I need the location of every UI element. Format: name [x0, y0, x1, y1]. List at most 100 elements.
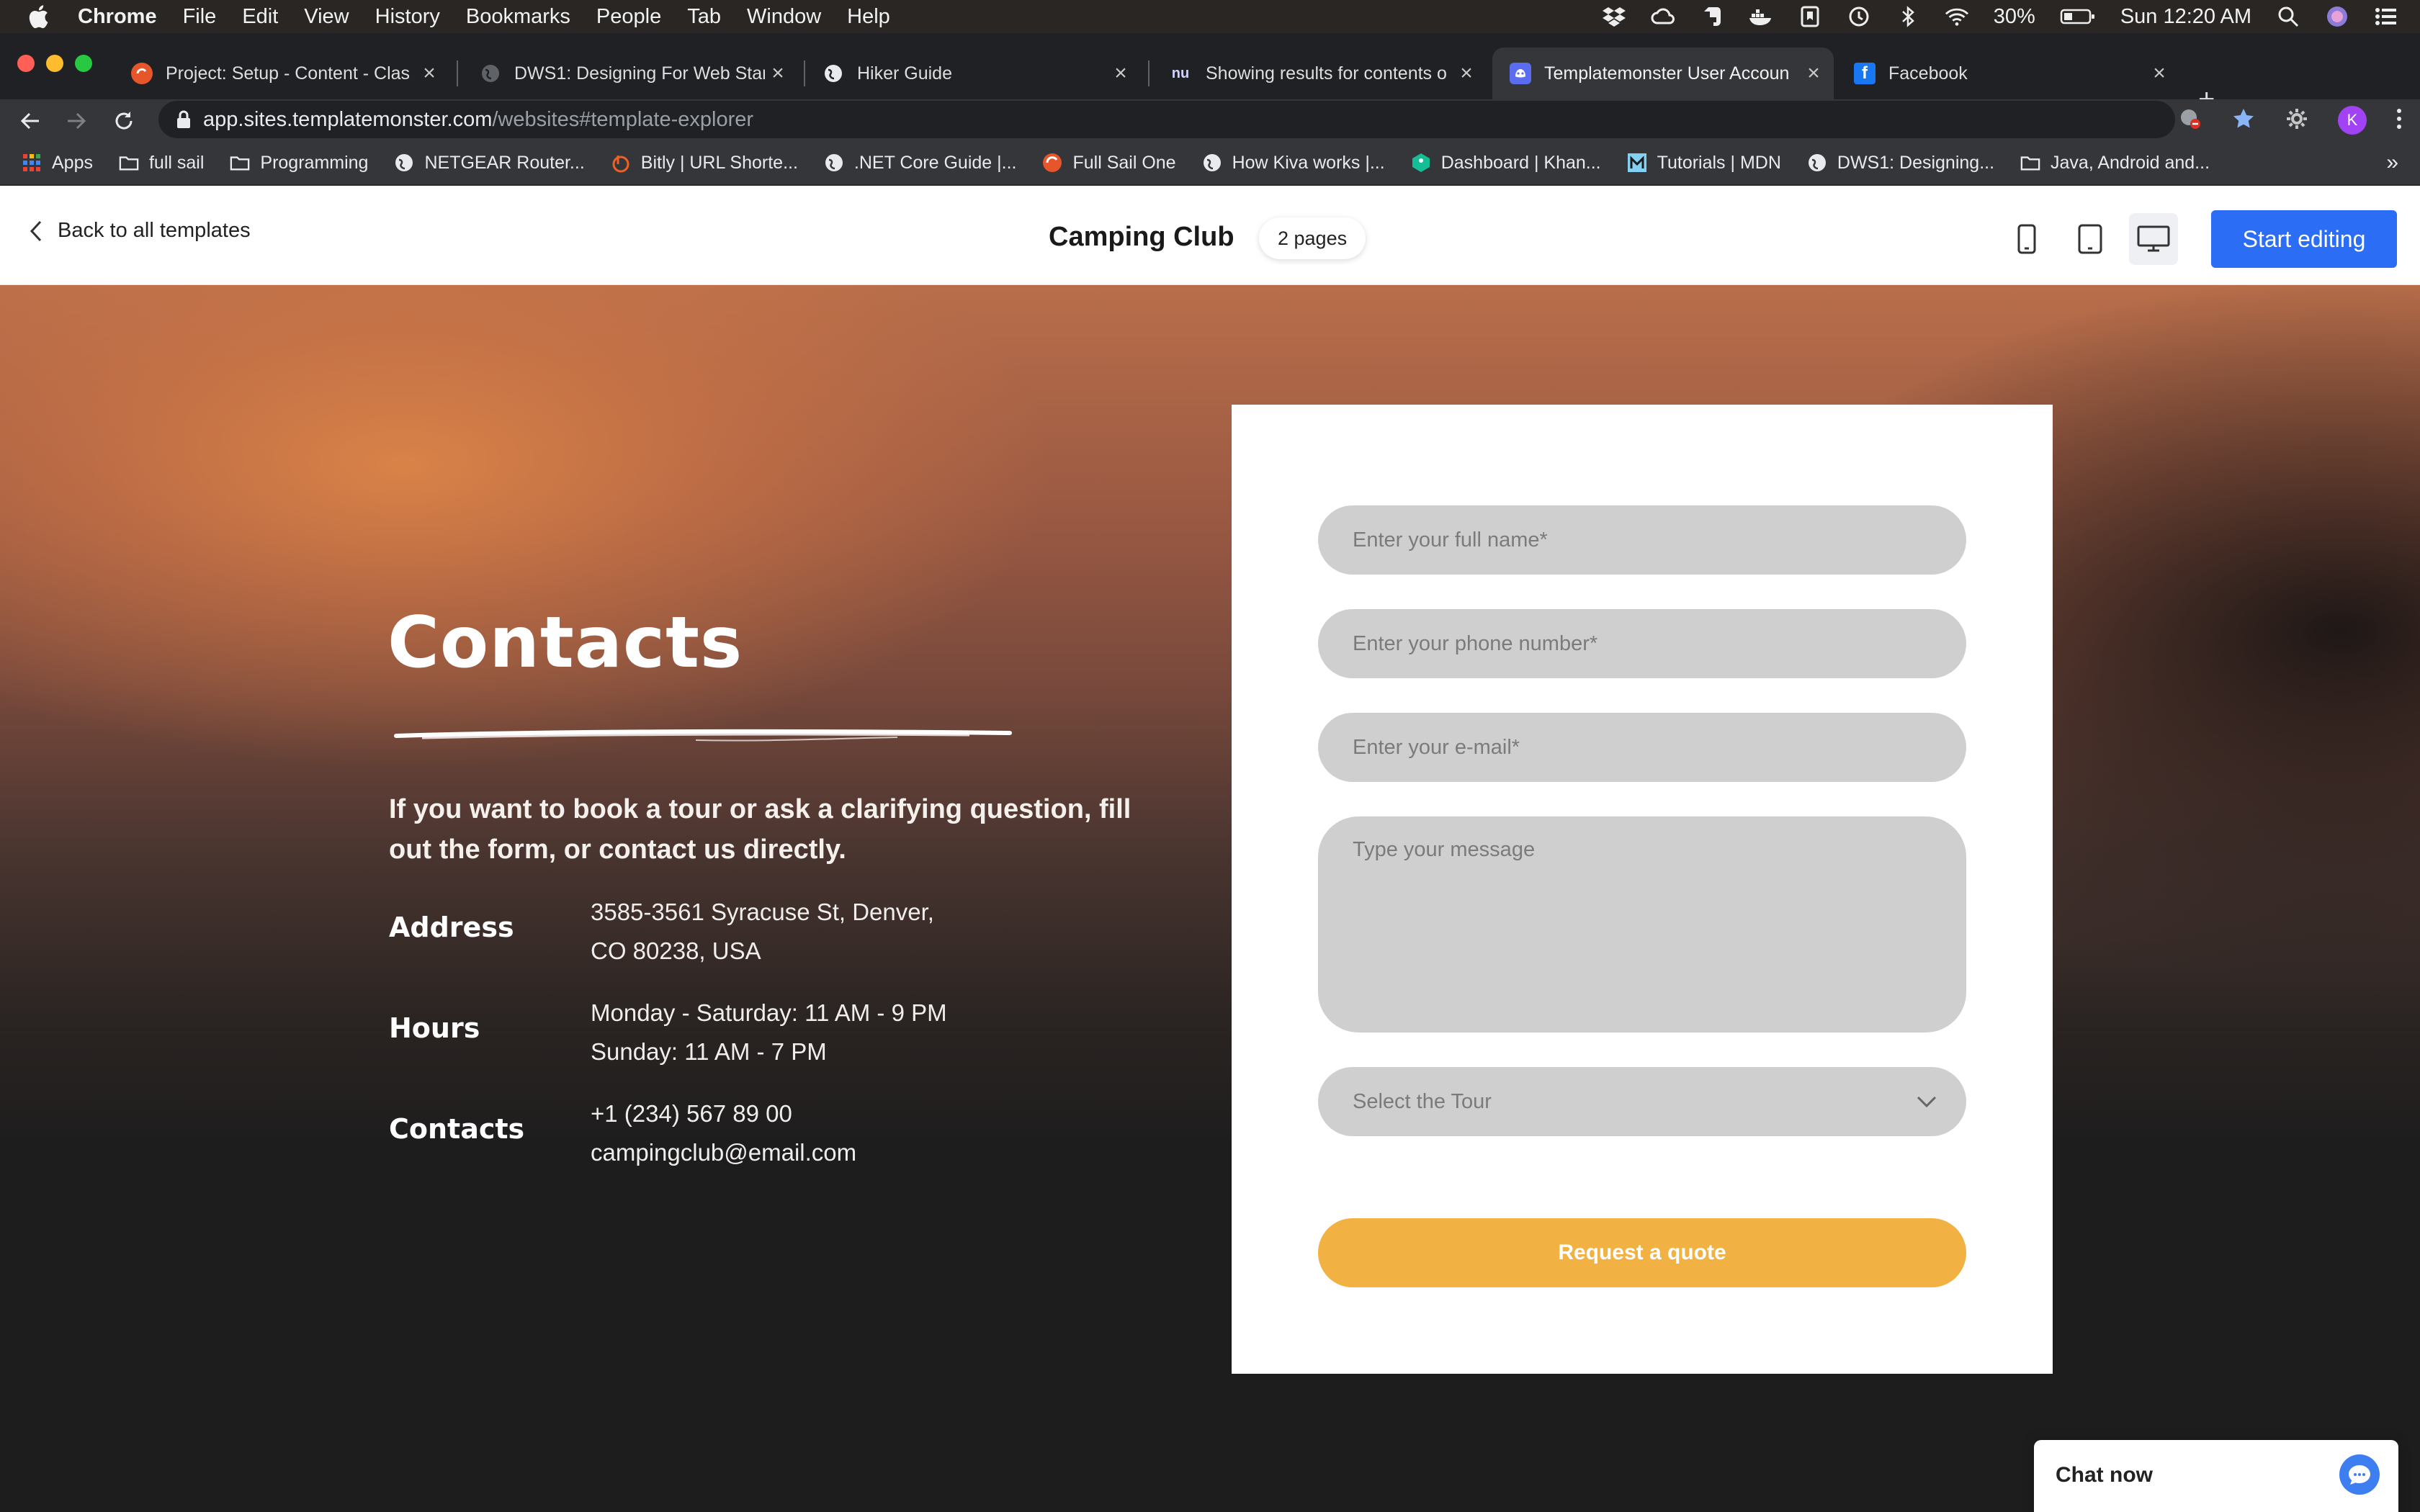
bookmarks-overflow-icon[interactable]: » — [2386, 150, 2398, 175]
menu-bookmarks[interactable]: Bookmarks — [466, 5, 570, 29]
address-line-1: 3585-3561 Syracuse St, Denver, — [591, 899, 934, 925]
chat-widget[interactable]: Chat now — [2034, 1440, 2398, 1512]
bookmark-label: NETGEAR Router... — [424, 152, 585, 173]
bookmark-full-sail[interactable]: full sail — [119, 153, 204, 174]
bookmark-bitly[interactable]: Bitly | URL Shorte... — [611, 153, 798, 174]
bookmark-dotnet[interactable]: .NET Core Guide |... — [824, 153, 1016, 174]
bookmark-apps[interactable]: Apps — [22, 153, 93, 174]
phone-input[interactable]: Enter your phone number* — [1318, 609, 1966, 678]
desktop-view-button[interactable] — [2129, 213, 2178, 265]
close-window-button[interactable] — [17, 55, 35, 72]
full-name-input[interactable]: Enter your full name* — [1318, 505, 1966, 575]
section-heading: Contacts — [387, 602, 743, 684]
bookmark-app-icon[interactable] — [1798, 6, 1822, 27]
back-to-templates-link[interactable]: Back to all templates — [29, 219, 251, 243]
tab-close-icon[interactable]: × — [1801, 60, 1827, 86]
battery-icon[interactable] — [2060, 6, 2096, 27]
message-textarea[interactable]: Type your message — [1318, 816, 1966, 1032]
desktop-icon — [2137, 225, 2170, 252]
request-quote-button[interactable]: Request a quote — [1318, 1218, 1966, 1287]
tab-close-icon[interactable]: × — [2146, 60, 2172, 86]
menu-app-name[interactable]: Chrome — [78, 5, 157, 29]
tab-close-icon[interactable]: × — [765, 60, 791, 86]
bookmark-java-android[interactable]: Java, Android and... — [2020, 153, 2210, 174]
globe-icon — [394, 153, 414, 173]
chevron-down-icon — [1917, 1096, 1937, 1108]
blocked-content-icon[interactable] — [2178, 107, 2202, 135]
tab-search-results[interactable]: nu Showing results for contents o × — [1151, 48, 1487, 99]
bookmark-label: Java, Android and... — [2051, 152, 2210, 173]
email-link[interactable]: campingclub@email.com — [591, 1133, 856, 1172]
chat-now-label: Chat now — [2056, 1463, 2153, 1487]
siri-icon[interactable] — [2325, 6, 2349, 27]
bluetooth-icon[interactable] — [1896, 6, 1920, 27]
menu-view[interactable]: View — [304, 5, 349, 29]
pages-count-pill[interactable]: 2 pages — [1259, 217, 1366, 259]
globe-icon — [823, 63, 844, 84]
email-input[interactable]: Enter your e-mail* — [1318, 713, 1966, 782]
bookmark-dws1[interactable]: DWS1: Designing... — [1807, 153, 1994, 174]
browser-toolbar: app.sites.templatemonster.com/websites#t… — [0, 99, 2420, 141]
address-bar[interactable]: app.sites.templatemonster.com/websites#t… — [158, 101, 2175, 138]
mobile-view-button[interactable] — [2002, 213, 2051, 265]
chat-bubble-icon[interactable] — [2339, 1454, 2380, 1495]
bookmark-programming[interactable]: Programming — [230, 153, 368, 174]
bookmark-kiva[interactable]: How Kiva works |... — [1202, 153, 1385, 174]
profile-avatar[interactable]: K — [2338, 106, 2367, 135]
docker-icon[interactable] — [1749, 6, 1773, 27]
tab-close-icon[interactable]: × — [1453, 60, 1479, 86]
evernote-icon[interactable] — [1700, 6, 1724, 27]
mdn-icon — [1627, 153, 1647, 173]
tab-hiker-guide[interactable]: Hiker Guide × — [805, 48, 1141, 99]
tab-templatemonster[interactable]: Templatemonster User Accoun × — [1492, 48, 1834, 99]
menu-history[interactable]: History — [375, 5, 440, 29]
bookmark-mdn[interactable]: Tutorials | MDN — [1627, 153, 1781, 174]
menu-people[interactable]: People — [596, 5, 661, 29]
bookmark-label: Programming — [260, 152, 369, 173]
hours-line-2: Sunday: 11 AM - 7 PM — [591, 1038, 827, 1065]
tab-title: Showing results for contents o — [1206, 63, 1447, 84]
bookmark-full-sail-one[interactable]: Full Sail One — [1042, 153, 1176, 174]
menu-edit[interactable]: Edit — [242, 5, 278, 29]
start-editing-button[interactable]: Start editing — [2211, 210, 2397, 268]
macos-menubar: Chrome File Edit View History Bookmarks … — [0, 0, 2420, 33]
menu-help[interactable]: Help — [847, 5, 890, 29]
menu-tab[interactable]: Tab — [687, 5, 721, 29]
hours-label: Hours — [389, 1012, 480, 1044]
tab-project-setup[interactable]: Project: Setup - Content - Clas × — [114, 48, 449, 99]
time-machine-icon[interactable] — [1847, 6, 1871, 27]
dropbox-icon[interactable] — [1602, 6, 1626, 27]
bookmark-star-icon[interactable] — [2231, 107, 2256, 135]
reload-icon[interactable] — [109, 107, 138, 135]
tour-select[interactable]: Select the Tour — [1318, 1067, 1966, 1136]
back-arrow-icon[interactable] — [16, 107, 45, 135]
lock-icon[interactable] — [176, 109, 192, 130]
minimize-window-button[interactable] — [46, 55, 63, 72]
extensions-gear-icon[interactable] — [2285, 107, 2309, 135]
bookmark-label: DWS1: Designing... — [1837, 152, 1995, 173]
chrome-menu-icon[interactable] — [2396, 107, 2403, 134]
menu-file[interactable]: File — [183, 5, 217, 29]
wifi-icon[interactable] — [1945, 6, 1969, 27]
apple-menu-icon[interactable] — [27, 4, 56, 29]
notification-center-icon[interactable] — [2374, 6, 2398, 27]
templatemonster-icon — [1510, 63, 1531, 84]
bookmark-label: Apps — [52, 152, 93, 173]
contacts-label: Contacts — [389, 1113, 525, 1145]
url-text: app.sites.templatemonster.com/websites#t… — [203, 108, 753, 132]
tab-facebook[interactable]: f Facebook × — [1837, 48, 2179, 99]
bookmark-khan[interactable]: Dashboard | Khan... — [1411, 153, 1601, 174]
menu-window[interactable]: Window — [747, 5, 821, 29]
zoom-window-button[interactable] — [75, 55, 92, 72]
menubar-clock[interactable]: Sun 12:20 AM — [2120, 5, 2251, 29]
tab-close-icon[interactable]: × — [1108, 60, 1134, 86]
tablet-view-button[interactable] — [2066, 213, 2115, 265]
tab-close-icon[interactable]: × — [416, 60, 442, 86]
bookmark-netgear[interactable]: NETGEAR Router... — [394, 152, 585, 174]
phone-link[interactable]: +1 (234) 567 89 00 — [591, 1094, 856, 1133]
forward-arrow-icon[interactable] — [62, 107, 91, 135]
brush-stroke-divider — [394, 729, 1012, 742]
creative-cloud-icon[interactable] — [1651, 6, 1675, 27]
tab-dws1[interactable]: DWS1: Designing For Web Stan × — [462, 48, 798, 99]
spotlight-search-icon[interactable] — [2276, 6, 2300, 27]
